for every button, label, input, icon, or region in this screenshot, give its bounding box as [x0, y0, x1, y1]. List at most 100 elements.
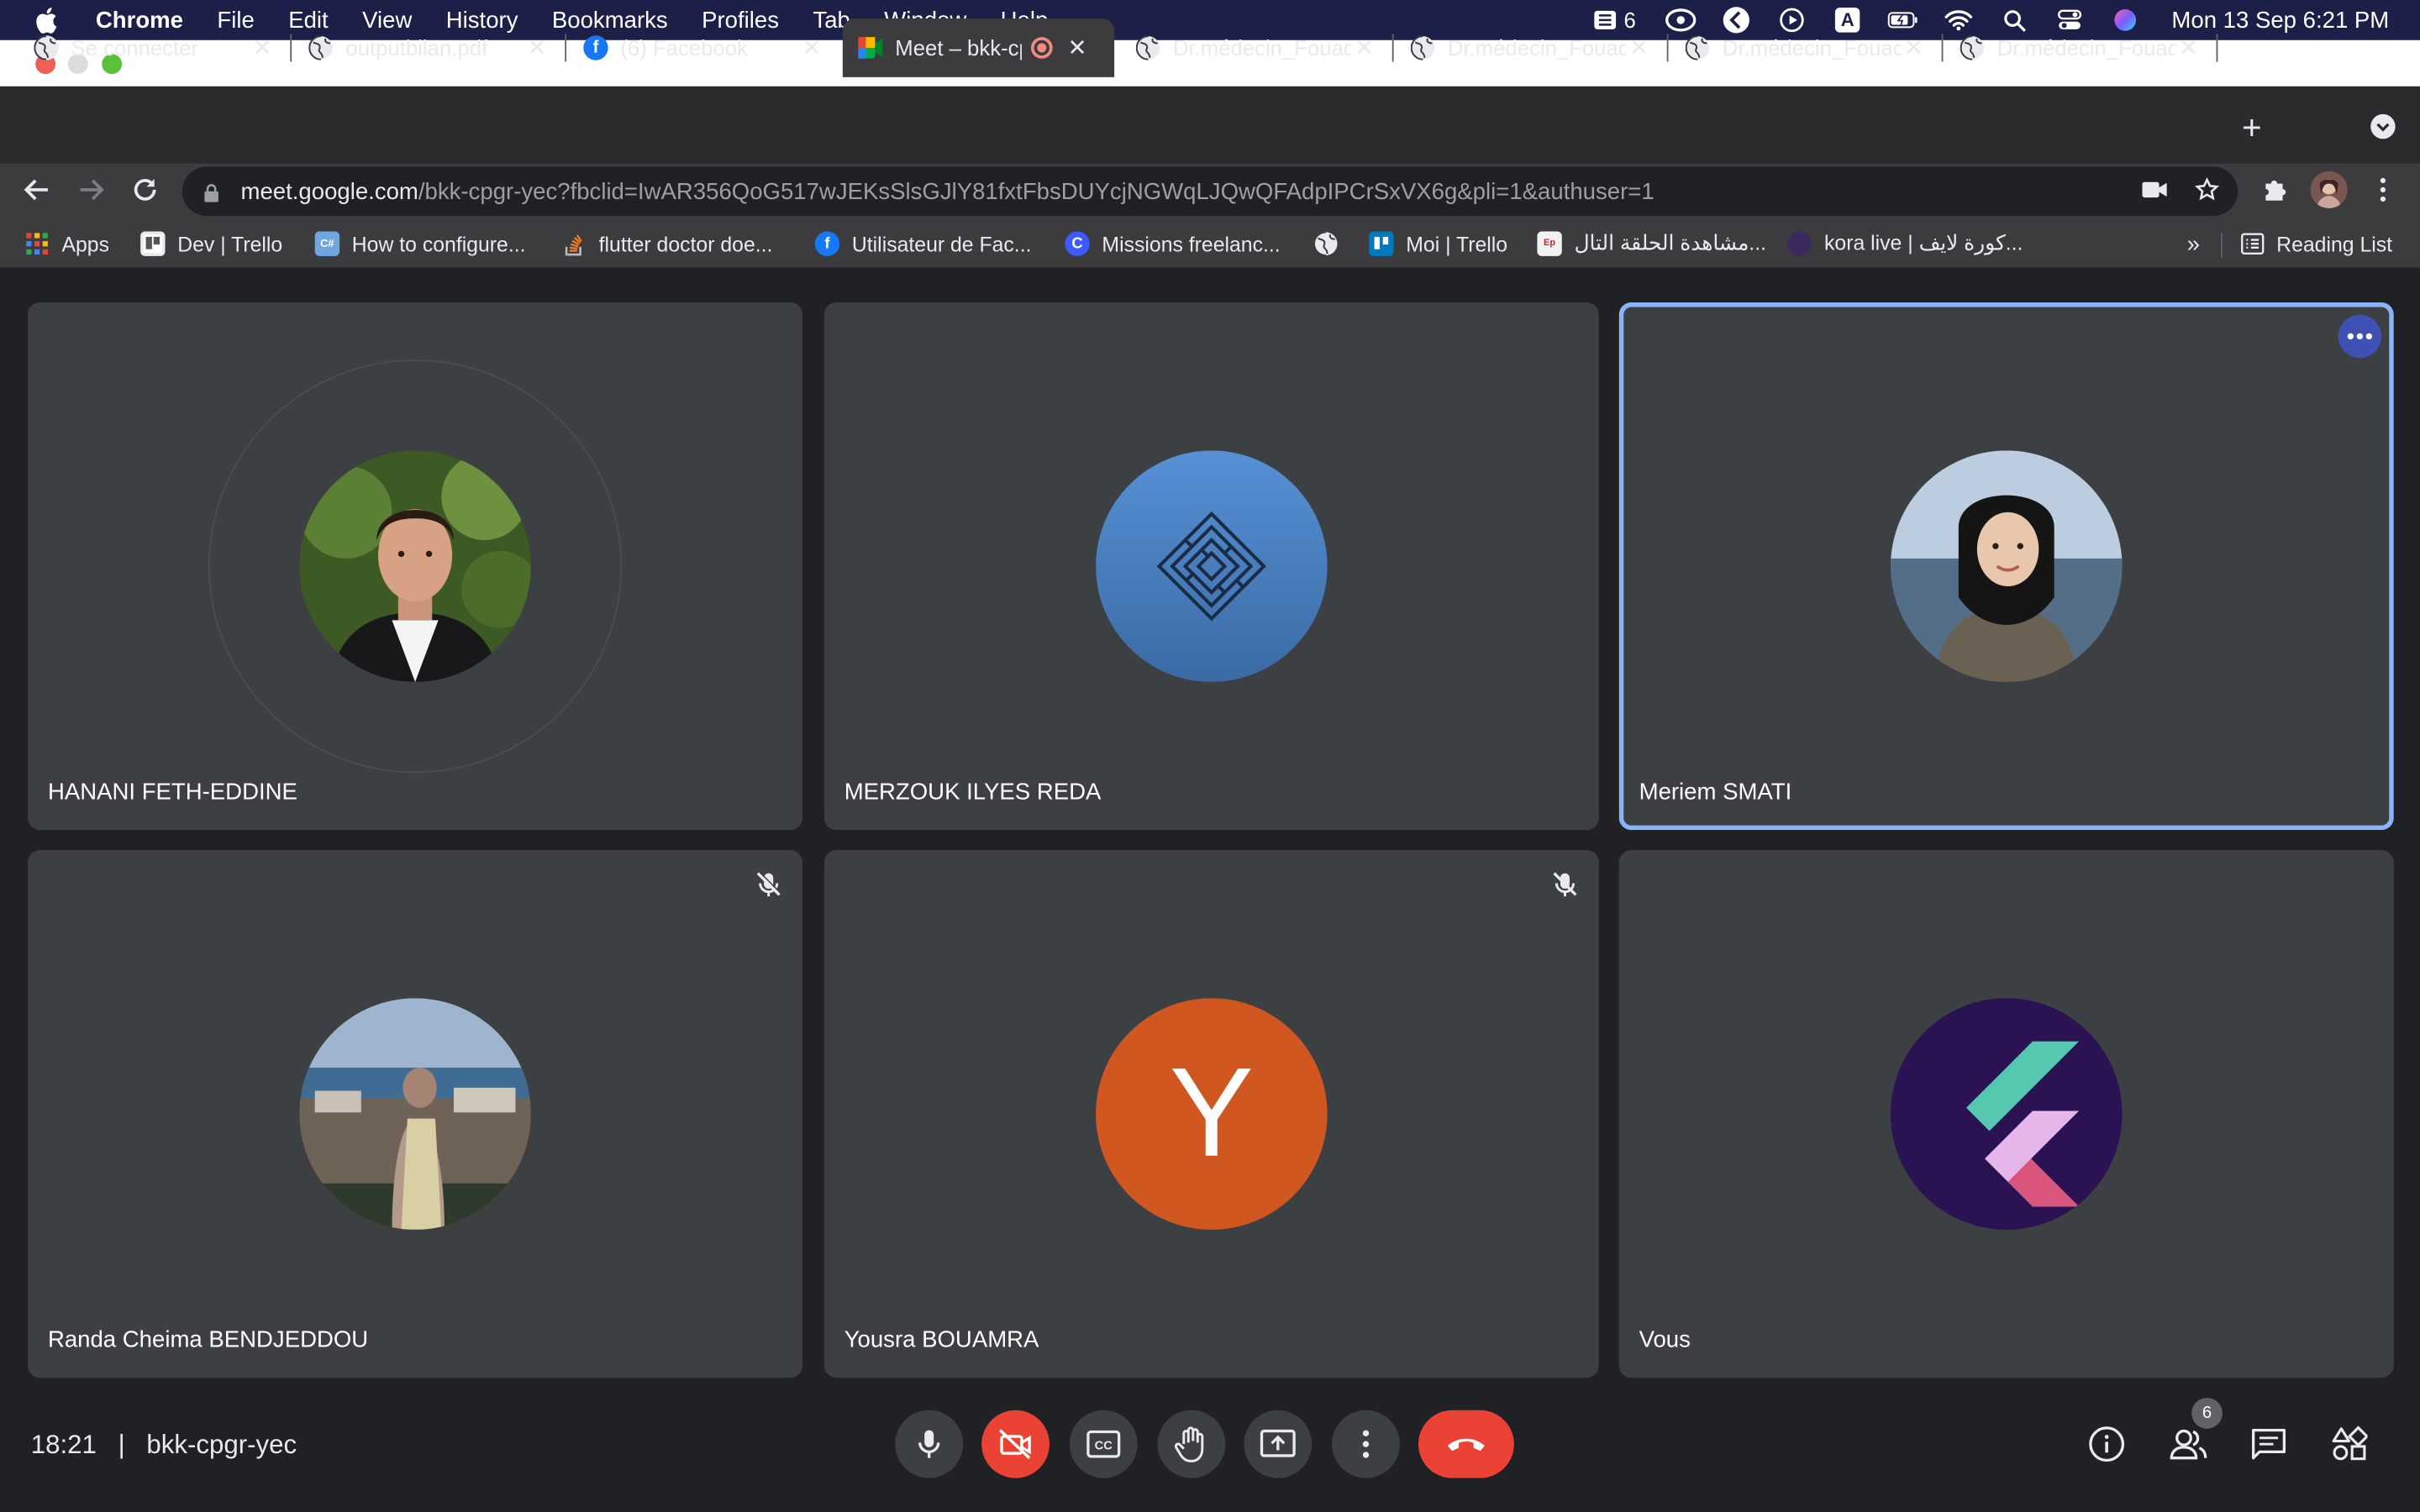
meeting-meta: 18:21 | bkk-cpgr-yec — [31, 1431, 297, 1462]
reading-list-icon — [2239, 232, 2264, 256]
tab-dr-medecin-2[interactable]: Dr.médecin_Fouad ✕ — [1398, 18, 1664, 77]
bookmark-apps[interactable]: Apps — [24, 232, 109, 256]
bookmark-utilisateur-fac[interactable]: f Utilisateur de Fac... — [814, 231, 1032, 256]
participants-button[interactable] — [2167, 1422, 2210, 1465]
participant-name: Meriem SMATI — [1639, 779, 1792, 806]
globe-icon — [1410, 35, 1435, 60]
close-tab-icon[interactable]: ✕ — [1352, 34, 1376, 61]
page-icon: C# — [314, 231, 340, 256]
tab-dr-medecin-4[interactable]: Dr.médecin_Fouad ✕ — [1948, 18, 2213, 77]
new-tab-plus-icon[interactable]: + — [2235, 108, 2269, 149]
bookmark-dev-trello[interactable]: Dev | Trello — [140, 231, 282, 256]
tab-meet-active[interactable]: Meet – bkk-cpgr-yec ✕ — [842, 18, 1115, 77]
url-path: /bkk-cpgr-yec?fbclid=IwAR356QoG517wJEKsS… — [418, 178, 1655, 205]
participant-avatar — [1891, 998, 2123, 1230]
trello-icon — [1369, 231, 1394, 256]
bookmark-label: Moi | Trello — [1406, 232, 1508, 255]
leave-call-button[interactable] — [1418, 1410, 1514, 1478]
back-arrow-icon[interactable] — [20, 176, 54, 211]
bookmark-globe-only[interactable] — [1313, 231, 1350, 256]
more-options-icon[interactable] — [2338, 314, 2382, 359]
extensions-puzzle-icon[interactable] — [2258, 176, 2291, 211]
globe-icon — [308, 35, 333, 60]
chat-button[interactable] — [2247, 1422, 2290, 1465]
forward-arrow-icon[interactable] — [74, 176, 108, 211]
participant-tile-self[interactable]: Vous — [1618, 850, 2394, 1378]
tab-divider — [565, 34, 567, 62]
tab-dr-medecin-1[interactable]: Dr.médecin_Fouad ✕ — [1123, 18, 1389, 77]
reading-list-button[interactable]: Reading List — [2239, 232, 2392, 256]
kora-icon — [1786, 231, 1812, 256]
bookmark-missions-freelance[interactable]: C Missions freelanc... — [1065, 231, 1281, 256]
reading-list-label: Reading List — [2276, 232, 2393, 255]
site-icon: Ep — [1537, 231, 1562, 256]
participant-tile-meriem[interactable]: Meriem SMATI — [1618, 302, 2394, 831]
participant-avatar — [299, 998, 531, 1230]
bookmark-how-to-configure[interactable]: C# How to configure... — [314, 231, 526, 256]
tab-dr-medecin-3[interactable]: Dr.médecin_Fouad ✕ — [1673, 18, 1939, 77]
participant-tile-hanani[interactable]: HANANI FETH-EDDINE — [28, 302, 803, 831]
meeting-details-button[interactable] — [2085, 1422, 2128, 1465]
tab-se-connecter[interactable]: Se connecter ✕ — [22, 18, 287, 77]
avatar-initial: Y — [1169, 1042, 1255, 1184]
participant-tile-yousra[interactable]: Y Yousra BOUAMRA — [823, 850, 1599, 1378]
bookmark-flutter-doctor[interactable]: flutter doctor doe... — [562, 232, 772, 256]
tab-search-chevron-icon[interactable] — [2370, 113, 2396, 139]
camera-in-use-icon[interactable] — [2142, 179, 2167, 203]
activities-button[interactable] — [2328, 1422, 2370, 1465]
microphone-button[interactable] — [895, 1410, 964, 1478]
bookmark-star-icon[interactable] — [2194, 176, 2220, 207]
present-screen-button[interactable] — [1244, 1410, 1313, 1478]
tab-title: Dr.médecin_Fouad — [1996, 35, 2176, 60]
trello-board-icon — [140, 231, 166, 256]
bookmark-moi-trello[interactable]: Moi | Trello — [1369, 231, 1508, 256]
bookmark-label: Utilisateur de Fac... — [851, 232, 1032, 255]
close-tab-icon[interactable]: ✕ — [1902, 34, 1926, 61]
meeting-code[interactable]: bkk-cpgr-yec — [146, 1431, 297, 1462]
more-options-button[interactable] — [1332, 1410, 1400, 1478]
raise-hand-button[interactable] — [1157, 1410, 1226, 1478]
tab-title: Meet – bkk-cpgr-yec — [895, 35, 1022, 60]
profile-avatar[interactable] — [2310, 171, 2348, 208]
svg-text:CC: CC — [1095, 1440, 1113, 1453]
overflow-label: » — [2186, 231, 2200, 258]
captions-button[interactable]: CC — [1069, 1410, 1138, 1478]
tab-divider — [290, 34, 292, 62]
globe-icon — [1313, 231, 1338, 256]
participant-initial-avatar: Y — [1096, 998, 1328, 1230]
tab-outputbilan[interactable]: outputbilan.pdf ✕ — [297, 18, 562, 77]
bookmark-arabic-episode[interactable]: Ep مشاهدة الحلقة التال... — [1537, 231, 1766, 256]
url-text[interactable]: meet.google.com/bkk-cpgr-yec?fbclid=IwAR… — [241, 178, 1655, 204]
close-tab-icon[interactable]: ✕ — [1627, 34, 1651, 61]
reload-icon[interactable] — [128, 176, 161, 211]
google-meet-icon — [858, 35, 883, 60]
bookmark-label: مشاهدة الحلقة التال... — [1574, 231, 1766, 255]
chrome-menu-kebab-icon[interactable] — [2366, 176, 2400, 211]
bookmarks-overflow-chevron-icon[interactable]: » — [2187, 232, 2200, 258]
tab-title: outputbilan.pdf — [345, 35, 488, 60]
globe-icon — [34, 35, 59, 60]
close-tab-icon[interactable]: ✕ — [524, 34, 549, 61]
close-tab-icon[interactable]: ✕ — [250, 34, 275, 61]
activities-shapes-icon — [2332, 1425, 2368, 1461]
participant-avatar — [1891, 450, 2123, 682]
browser-tab-bar — [0, 86, 2420, 164]
bookmarks-bar: Apps Dev | Trello C# How to configure...… — [0, 222, 2420, 269]
participant-tile-randa[interactable]: Randa Cheima BENDJEDDOU — [28, 850, 803, 1378]
close-tab-icon[interactable]: ✕ — [799, 34, 823, 61]
close-tab-icon[interactable]: ✕ — [1065, 34, 1089, 61]
address-bar[interactable]: meet.google.com/bkk-cpgr-yec?fbclid=IwAR… — [182, 166, 2238, 217]
tab-facebook[interactable]: f (6) Facebook ✕ — [571, 18, 837, 77]
closed-captions-icon: CC — [1086, 1430, 1121, 1458]
participant-avatar — [299, 450, 531, 682]
recording-indicator-icon — [1030, 37, 1053, 59]
bookmark-kora-live[interactable]: kora live | كورة لايف... — [1786, 231, 2023, 256]
bookmark-label: How to configure... — [351, 232, 526, 255]
camera-off-button[interactable] — [981, 1410, 1050, 1478]
close-tab-icon[interactable]: ✕ — [2176, 34, 2201, 61]
participant-tile-merzouk[interactable]: MERZOUK ILYES REDA — [823, 302, 1599, 831]
facebook-icon: f — [583, 35, 608, 60]
lock-icon[interactable] — [203, 182, 218, 202]
microphone-icon — [918, 1430, 940, 1458]
people-icon — [2170, 1429, 2207, 1460]
